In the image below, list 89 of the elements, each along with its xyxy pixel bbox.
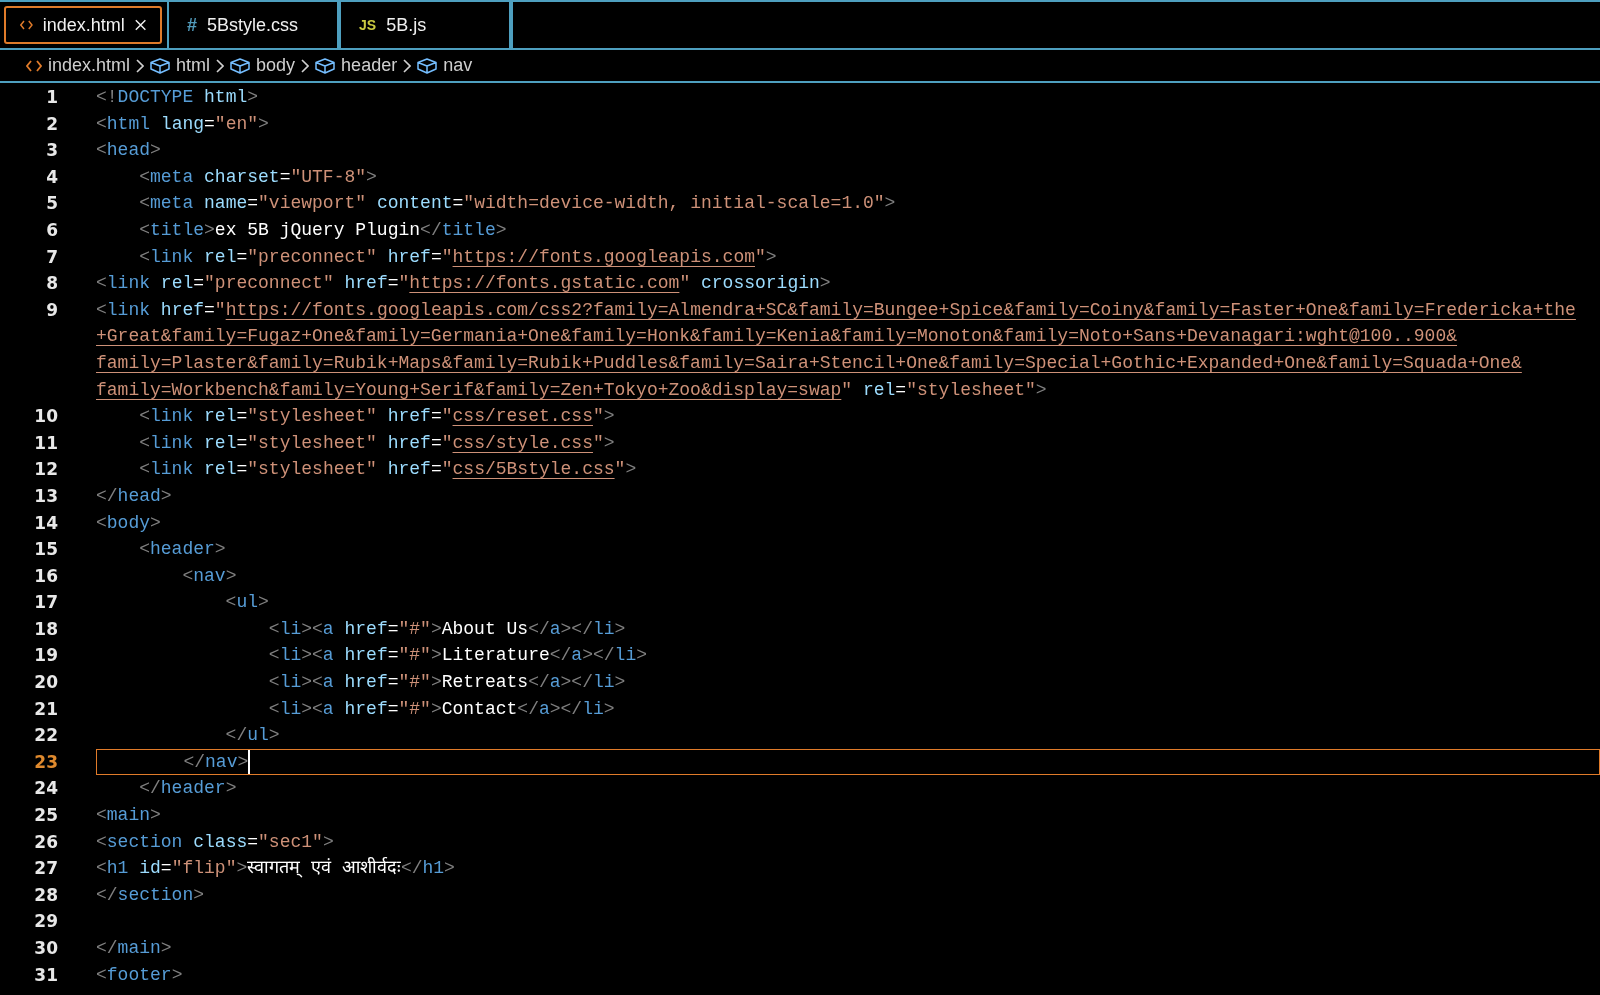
line-number: 13 bbox=[33, 484, 59, 508]
url-link[interactable]: https://fonts.googleapis.com/css2?family=Almendra+SC&family=Bungee+Spice&family=Coiny&family=Faster+One&family=Fredericka+the bbox=[225, 299, 1576, 320]
code-line: <link rel="preconnect" href="https://fonts.gstatic.com" crossorigin> bbox=[96, 272, 832, 296]
chevron-icon bbox=[216, 58, 225, 73]
code-line: </section> bbox=[96, 883, 206, 907]
line-number: 10 bbox=[33, 405, 59, 429]
code-line: <li><a href="#">Retreats</a></li> bbox=[267, 671, 627, 695]
code-line: <footer> bbox=[96, 963, 184, 987]
code-line: <h1 id="flip">स्वागतम् एवं आशीर्वदः</h1> bbox=[96, 856, 456, 881]
url-link[interactable]: +Great&family=Fugaz+One&family=Germania+One&family=Honk&family=Kenia&family=Monoton&family=Noto+Sans+Devanagari:wght@100..900& bbox=[96, 326, 1458, 347]
line-number: 1 bbox=[45, 86, 59, 109]
js-icon: JS bbox=[359, 17, 377, 33]
line-number: 9 bbox=[45, 298, 59, 322]
chevron-icon bbox=[136, 58, 145, 73]
code-line: <link rel="preconnect" href="https://fonts.googleapis.com"> bbox=[138, 245, 778, 269]
breadcrumb-item[interactable]: index.html bbox=[48, 55, 131, 76]
line-number: 29 bbox=[33, 910, 59, 934]
url-link[interactable]: https://fonts.gstatic.com bbox=[409, 273, 680, 294]
code-line: <link rel="stylesheet" href="css/style.css"> bbox=[138, 431, 616, 455]
line-number: 14 bbox=[33, 511, 59, 535]
code-line: <meta name="viewport" content="width=device-width, initial-scale=1.0"> bbox=[138, 192, 897, 216]
line-number: 18 bbox=[33, 617, 59, 641]
cube-icon bbox=[417, 57, 438, 74]
cube-icon bbox=[230, 57, 251, 74]
line-number: 21 bbox=[33, 697, 59, 721]
breadcrumb-item[interactable]: nav bbox=[443, 55, 473, 76]
line-number: 6 bbox=[45, 218, 59, 242]
line-number: 16 bbox=[33, 564, 59, 588]
code-line: <link rel="stylesheet" href="css/reset.css"> bbox=[138, 405, 616, 429]
code-line: <!DOCTYPE html> bbox=[96, 86, 260, 109]
code-line: <title>ex 5B jQuery Plugin</title> bbox=[138, 218, 508, 242]
close-icon[interactable] bbox=[134, 18, 146, 32]
code-line: </head> bbox=[96, 484, 173, 508]
tab[interactable]: index.html bbox=[4, 6, 162, 44]
code-line: <nav> bbox=[181, 564, 238, 588]
code-line: <meta charset="UTF-8"> bbox=[138, 165, 378, 189]
line-number: 7 bbox=[45, 245, 59, 269]
line-number: 8 bbox=[45, 272, 59, 296]
code-line: <head> bbox=[96, 139, 162, 163]
url-link[interactable]: family=Workbench&family=Young+Serif&family=Zen+Tokyo+Zoo&display=swap bbox=[96, 379, 842, 400]
line-number: 19 bbox=[33, 644, 59, 668]
line-number: 11 bbox=[33, 431, 59, 455]
line-number: 5 bbox=[45, 192, 59, 216]
code-line: <html lang="en"> bbox=[96, 112, 270, 136]
code-line: <main> bbox=[96, 804, 162, 828]
url-link[interactable]: css/5Bstyle.css bbox=[452, 459, 615, 480]
code-line: <li><a href="#">About Us</a></li> bbox=[267, 617, 627, 641]
breadcrumb-item[interactable]: header bbox=[341, 55, 398, 76]
code-line: family=Workbench&family=Young+Serif&family=Zen+Tokyo+Zoo&display=swap" rel="stylesheet"> bbox=[96, 378, 1048, 402]
code-line: <li><a href="#">Literature</a></li> bbox=[267, 644, 648, 668]
hash-icon: # bbox=[187, 14, 197, 36]
line-number: 4 bbox=[45, 165, 59, 189]
url-link[interactable]: css/reset.css bbox=[452, 406, 593, 427]
line-number: 30 bbox=[33, 937, 59, 960]
line-number: 17 bbox=[33, 591, 59, 615]
code-line: </header> bbox=[138, 777, 238, 801]
line-number: 28 bbox=[33, 883, 59, 907]
code-icon bbox=[20, 19, 33, 31]
code-line: <section class="sec1"> bbox=[96, 830, 335, 854]
breadcrumb-item[interactable]: html bbox=[176, 55, 211, 76]
url-link[interactable]: https://fonts.googleapis.com bbox=[452, 246, 755, 267]
code-line: <header> bbox=[138, 538, 227, 562]
url-link[interactable]: family=Plaster&family=Rubik+Maps&family=Rubik+Puddles&family=Saira+Stencil+One&family=Special+Gothic+Expanded+One&family=Squada+One& bbox=[96, 352, 1522, 373]
code-line: </main> bbox=[96, 937, 173, 960]
cube-icon bbox=[150, 57, 171, 74]
code-icon bbox=[26, 59, 42, 72]
line-number: 23 bbox=[33, 750, 59, 774]
code-line: <li><a href="#">Contact</a></li> bbox=[267, 697, 616, 721]
line-number: 31 bbox=[33, 963, 59, 987]
code-line: <link href="https://fonts.googleapis.com/css2?family=Almendra+SC&family=Bungee+Spice&family=Coiny&family=Faster+One&family=Fredericka+the bbox=[96, 298, 1577, 322]
code-line: <ul> bbox=[224, 591, 270, 615]
line-number: 2 bbox=[45, 112, 59, 136]
code-line: <link rel="stylesheet" href="css/5Bstyle.css"> bbox=[138, 458, 638, 482]
code-line: </ul> bbox=[224, 724, 281, 748]
chevron-icon bbox=[301, 58, 310, 73]
line-number: 12 bbox=[33, 458, 59, 482]
line-number: 27 bbox=[33, 857, 59, 881]
cube-icon bbox=[315, 57, 336, 74]
breadcrumb-item[interactable]: body bbox=[256, 55, 296, 76]
line-number: 20 bbox=[33, 671, 59, 695]
line-number: 15 bbox=[33, 538, 59, 562]
line-number: 3 bbox=[45, 139, 59, 163]
code-line: <body> bbox=[96, 511, 162, 535]
line-number: 24 bbox=[33, 777, 59, 801]
line-number: 26 bbox=[33, 830, 59, 854]
chevron-icon bbox=[403, 58, 412, 73]
line-number: 22 bbox=[33, 724, 59, 748]
line-number: 25 bbox=[33, 804, 59, 828]
url-link[interactable]: css/style.css bbox=[452, 432, 593, 453]
